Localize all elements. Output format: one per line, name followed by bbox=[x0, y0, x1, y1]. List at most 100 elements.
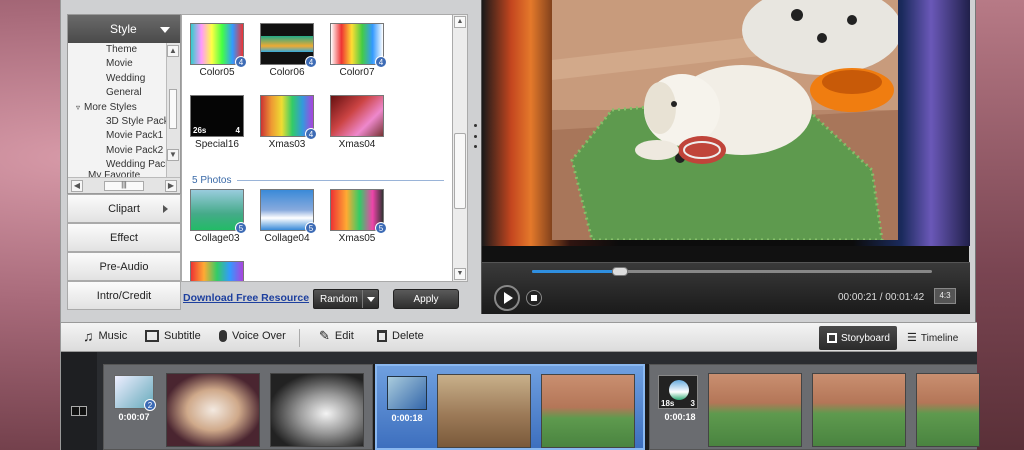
style-dropdown[interactable]: Style bbox=[68, 15, 180, 43]
duration-label: 0:00:07 bbox=[118, 412, 150, 422]
thumb-label: Collage03 bbox=[194, 233, 240, 244]
photo-clip[interactable] bbox=[437, 374, 531, 448]
scroll-up-icon[interactable]: ▲ bbox=[167, 45, 179, 57]
panel-resize-grip[interactable] bbox=[473, 124, 477, 148]
photo-count-text: 3 bbox=[690, 399, 695, 408]
scrollbar-thumb[interactable]: ||| bbox=[104, 180, 144, 191]
photo-clip[interactable] bbox=[270, 373, 364, 447]
thumb-label: Xmas05 bbox=[338, 233, 376, 244]
chevron-down-icon[interactable] bbox=[362, 290, 378, 308]
storyboard-label: Storyboard bbox=[841, 332, 890, 344]
delete-label: Delete bbox=[392, 330, 424, 342]
storyboard-toolbar: ♫ Music Subtitle Voice Over ✎ Edit Delet… bbox=[61, 322, 977, 352]
scrollbar-thumb[interactable] bbox=[169, 89, 177, 129]
scroll-right-icon[interactable]: ▶ bbox=[165, 179, 177, 192]
section-header: 5 Photos bbox=[192, 175, 444, 186]
player-controls: 00:00:21 / 00:01:42 4:3 bbox=[482, 262, 970, 314]
edit-button[interactable]: ✎ Edit bbox=[319, 329, 354, 342]
expand-icon[interactable]: ▿ bbox=[76, 103, 80, 112]
scroll-down-icon[interactable]: ▼ bbox=[454, 268, 466, 280]
photo-clip[interactable] bbox=[812, 373, 906, 447]
divider bbox=[237, 180, 444, 181]
divider bbox=[299, 329, 300, 347]
music-button[interactable]: ♫ Music bbox=[83, 328, 128, 344]
style-thumb-partial[interactable] bbox=[190, 261, 244, 281]
seek-progress bbox=[532, 270, 620, 273]
storyboard-group-selected[interactable]: 0:00:18 bbox=[375, 364, 645, 450]
style-thumb-color07[interactable]: 4 bbox=[330, 23, 387, 68]
style-thumb-xmas05[interactable]: 5 bbox=[330, 189, 387, 234]
tree-item-movie-pack2[interactable]: Movie Pack2 bbox=[68, 144, 166, 158]
thumb-label: Color06 bbox=[269, 67, 305, 78]
aspect-ratio-button[interactable]: 4:3 bbox=[934, 288, 956, 304]
thumb-label: Xmas04 bbox=[338, 139, 376, 150]
style-tile[interactable] bbox=[387, 376, 427, 410]
photo-clip[interactable] bbox=[541, 374, 635, 448]
preview-panel: 00:00:21 / 00:01:42 4:3 bbox=[481, 0, 970, 314]
download-free-resource-link[interactable]: Download Free Resource bbox=[183, 292, 309, 304]
tree-item-general[interactable]: General bbox=[68, 86, 166, 100]
duration-text: 26s bbox=[193, 126, 207, 135]
pre-audio-button[interactable]: Pre-Audio bbox=[67, 252, 181, 281]
app-window: Style Theme Movie Wedding General ▿ More … bbox=[60, 0, 980, 450]
play-icon[interactable] bbox=[494, 285, 520, 311]
voice-over-button[interactable]: Voice Over bbox=[219, 330, 286, 342]
style-tree-panel: Style Theme Movie Wedding General ▿ More … bbox=[67, 14, 181, 194]
scroll-left-icon[interactable]: ◀ bbox=[71, 179, 83, 192]
section-label: 5 Photos bbox=[192, 175, 232, 186]
music-label: Music bbox=[98, 330, 128, 342]
tree-item-movie[interactable]: Movie bbox=[68, 57, 166, 71]
thumbnail-scrollbar[interactable]: ▲ ▼ bbox=[452, 14, 468, 282]
tree-horizontal-scrollbar[interactable]: ◀ ||| ▶ bbox=[68, 177, 180, 193]
chevron-down-icon bbox=[160, 27, 170, 33]
timeline-tab[interactable]: ☰ Timeline bbox=[901, 326, 971, 350]
apply-button[interactable]: Apply bbox=[393, 289, 459, 309]
style-thumb-color05[interactable]: 4 bbox=[190, 23, 247, 68]
tree-item-label: More Styles bbox=[84, 101, 137, 113]
timeline-icon: ☰ bbox=[907, 332, 917, 344]
layout-toggle-icon[interactable] bbox=[71, 406, 87, 416]
edit-label: Edit bbox=[334, 330, 354, 342]
chevron-right-icon bbox=[163, 205, 168, 213]
music-note-icon: ♫ bbox=[83, 328, 94, 344]
style-tile[interactable]: 18s 3 bbox=[658, 375, 698, 409]
subtitle-button[interactable]: Subtitle bbox=[145, 330, 201, 342]
style-thumb-collage03[interactable]: 5 bbox=[190, 189, 247, 234]
tree-item-wedding[interactable]: Wedding bbox=[68, 72, 166, 86]
photo-clip[interactable] bbox=[166, 373, 260, 447]
seek-bar[interactable] bbox=[532, 267, 932, 276]
scroll-up-icon[interactable]: ▲ bbox=[454, 16, 466, 28]
photo-clip[interactable] bbox=[708, 373, 802, 447]
style-thumb-xmas03[interactable]: 4 bbox=[260, 95, 317, 140]
scroll-down-icon[interactable]: ▼ bbox=[167, 149, 179, 161]
tree-item-theme[interactable]: Theme bbox=[68, 43, 166, 57]
seek-handle[interactable] bbox=[612, 267, 628, 276]
style-thumb-color06[interactable]: 4 bbox=[260, 23, 317, 68]
preview-background bbox=[482, 0, 970, 246]
scrollbar-thumb[interactable] bbox=[454, 133, 466, 209]
storyboard-tab[interactable]: Storyboard bbox=[819, 326, 897, 350]
style-thumb-xmas04[interactable] bbox=[330, 95, 384, 137]
storyboard-group[interactable]: 18s 3 0:00:18 bbox=[649, 364, 980, 450]
photo-clip[interactable] bbox=[916, 373, 980, 447]
style-tile[interactable]: 2 bbox=[114, 375, 156, 411]
style-thumb-collage04[interactable]: 5 bbox=[260, 189, 317, 234]
tree-vertical-scrollbar[interactable]: ▲ ▼ bbox=[166, 43, 180, 179]
tree-item-movie-pack1[interactable]: Movie Pack1 bbox=[68, 129, 166, 143]
time-display: 00:00:21 / 00:01:42 bbox=[838, 292, 925, 303]
stop-icon[interactable] bbox=[526, 290, 542, 306]
clipart-button[interactable]: Clipart bbox=[67, 194, 181, 223]
effect-button[interactable]: Effect bbox=[67, 223, 181, 252]
voice-over-label: Voice Over bbox=[232, 330, 286, 342]
tree-item-3d-style-pack[interactable]: 3D Style Pack bbox=[68, 115, 166, 129]
intro-credit-button[interactable]: Intro/Credit bbox=[67, 281, 181, 310]
style-thumb-special16[interactable]: 26s 4 bbox=[190, 95, 244, 137]
tree-item-more-styles[interactable]: ▿ More Styles bbox=[68, 101, 166, 115]
delete-button[interactable]: Delete bbox=[377, 330, 424, 342]
thumb-label: Special16 bbox=[195, 139, 239, 150]
photo-count-text: 4 bbox=[235, 126, 240, 135]
subtitle-label: Subtitle bbox=[164, 330, 201, 342]
thumb-label: Color05 bbox=[199, 67, 235, 78]
random-dropdown[interactable]: Random bbox=[313, 289, 379, 309]
storyboard-group[interactable]: 2 0:00:07 bbox=[103, 364, 373, 450]
